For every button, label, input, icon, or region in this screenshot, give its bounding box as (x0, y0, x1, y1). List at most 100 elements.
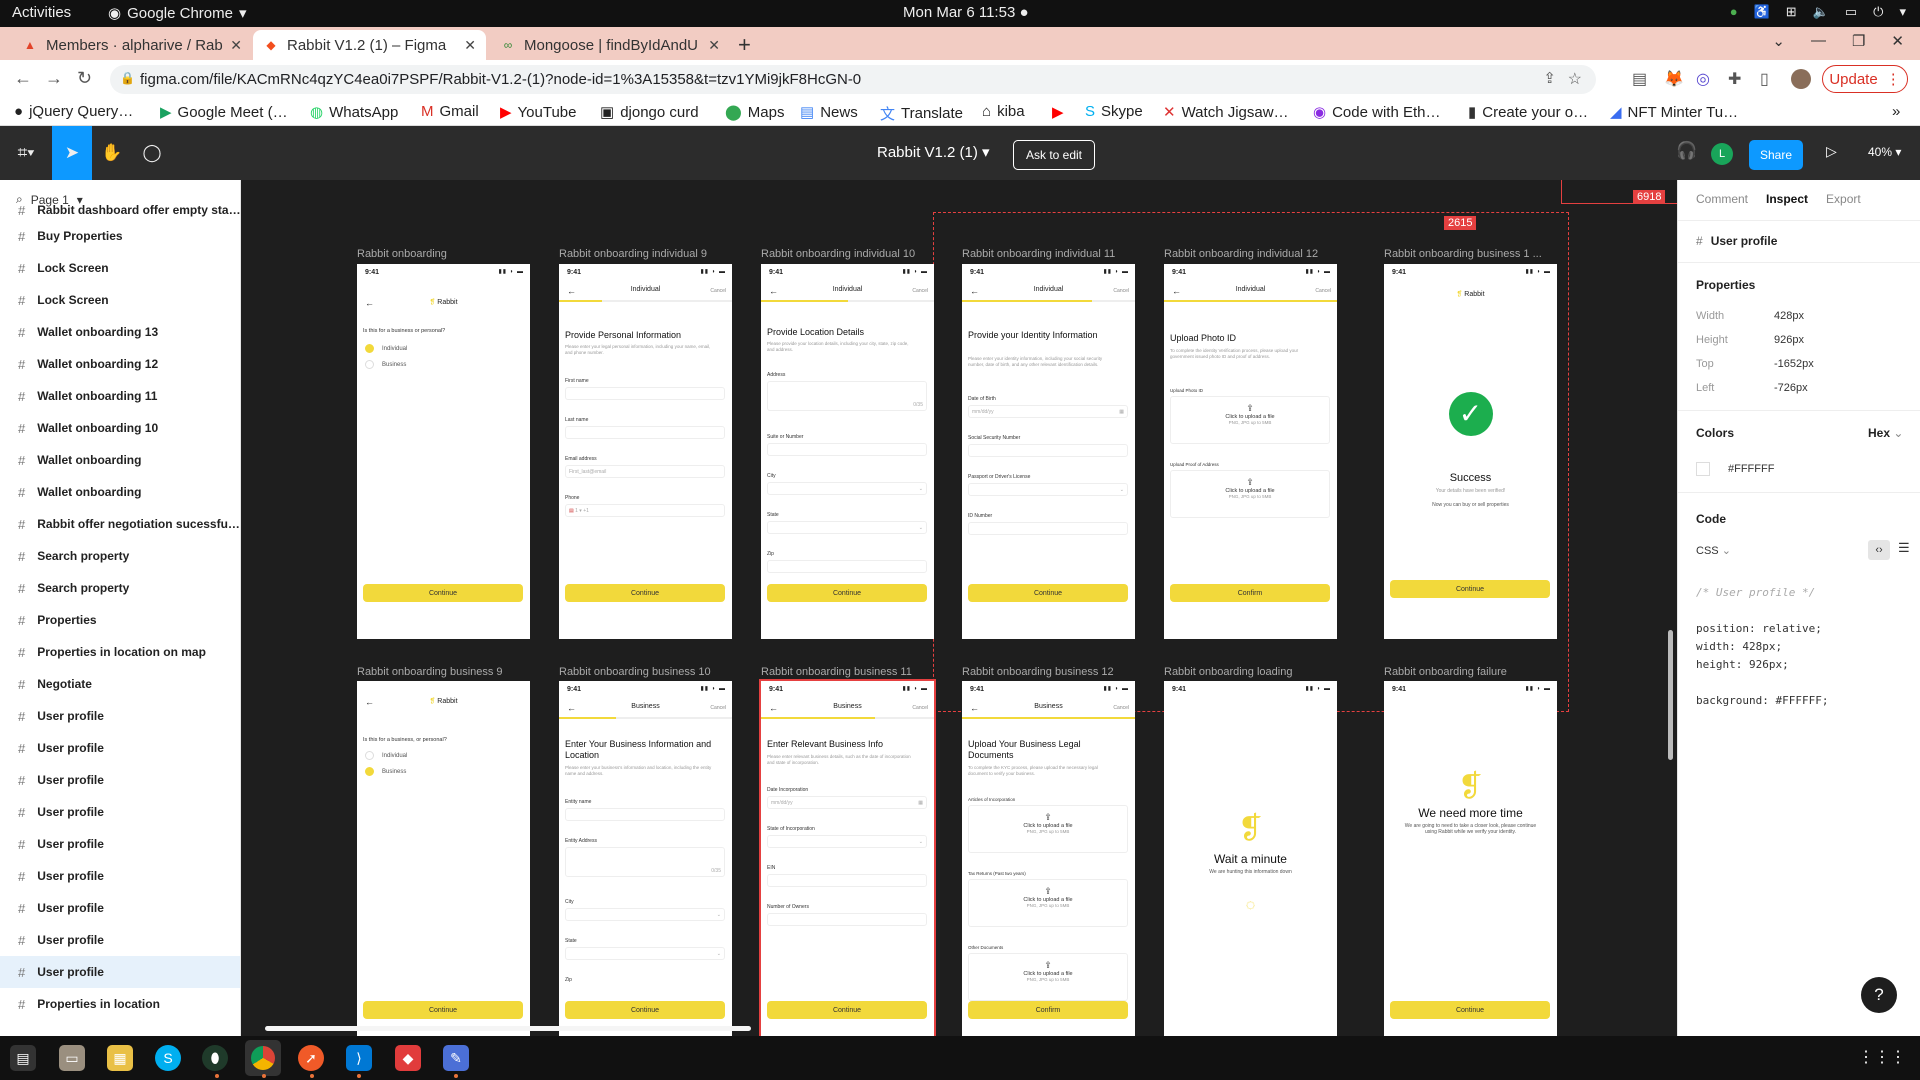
forward-icon[interactable]: → (45, 68, 63, 89)
confirm-button[interactable]: Confirm (968, 1001, 1128, 1019)
bookmark-item[interactable]: ▮ Create your o… (1468, 103, 1588, 122)
bookmark-item[interactable]: ▤ News (800, 103, 858, 122)
layer-item[interactable]: # Wallet onboarding (0, 444, 240, 476)
passport-select[interactable]: Passport or Driver's License ⌄ (968, 474, 1128, 496)
frame-label[interactable]: Rabbit onboarding business 9 (357, 666, 503, 678)
back-icon[interactable]: ← (769, 703, 778, 713)
code-view-icon[interactable]: ‹› (1868, 540, 1890, 560)
continue-button[interactable]: Continue (363, 1001, 523, 1019)
continue-button[interactable]: Continue (1390, 1001, 1550, 1019)
bookmark-item[interactable]: ● jQuery Query… (14, 103, 133, 120)
email-field[interactable]: Email address First_last@email (565, 456, 725, 478)
frame-label[interactable]: Rabbit onboarding individual 12 (1164, 248, 1318, 260)
frame-business-12[interactable]: 9:41 ▮▮ ◗ ▬ ← Business Cancel Upload Your B… (962, 681, 1135, 1036)
frame-business-9[interactable]: ← ❡ Rabbit Is this for a business, or per… (357, 681, 530, 1036)
layer-item[interactable]: # Properties in location on map (0, 636, 240, 668)
frame-label[interactable]: Rabbit onboarding failure (1384, 666, 1507, 678)
bookmark-item[interactable]: S Skype (1085, 103, 1143, 120)
hand-tool-icon[interactable]: ✋ (92, 126, 132, 180)
dob-field[interactable]: Date of Birth mm/dd/yy ▦ (968, 396, 1128, 418)
system-tray[interactable]: ● ♿ ⊞ 🔈 ▭ ⏻ ▾ (1730, 4, 1906, 20)
code-lang-select[interactable]: CSS ⌄ (1696, 544, 1896, 557)
close-icon[interactable]: ✕ (230, 37, 242, 54)
frame-individual-10[interactable]: 9:41 ▮▮ ◗ ▬ ← Individual Cancel Provide Loc… (761, 264, 934, 639)
frame-business-10[interactable]: 9:41 ▮▮ ◗ ▬ ← Business Cancel Enter Your Bu… (559, 681, 732, 1036)
color-row[interactable]: #FFFFFF (1696, 462, 1896, 476)
suite-field[interactable]: Suite or Number (767, 434, 927, 456)
back-icon[interactable]: ← (14, 68, 32, 89)
ssn-field[interactable]: Social Security Number (968, 435, 1128, 457)
layer-item[interactable]: # Wallet onboarding 13 (0, 316, 240, 348)
layer-item[interactable]: # Wallet onboarding 11 (0, 380, 240, 412)
tab-comment[interactable]: Comment (1696, 192, 1748, 206)
tax-returns-dropzone[interactable]: ⇪ Click to upload a file PNG, JPG up to 5M… (968, 879, 1128, 927)
horizontal-scrollbar[interactable] (265, 1026, 751, 1031)
cancel-link[interactable]: Cancel (1113, 288, 1129, 294)
share-button[interactable]: Share (1749, 140, 1803, 170)
frame-individual-9[interactable]: 9:41 ▮▮ ◗ ▬ ← Individual Cancel Provide Per… (559, 264, 732, 639)
first-name-field[interactable]: First name (565, 378, 725, 400)
bookmark-item[interactable]: M Gmail (421, 103, 479, 120)
continue-button[interactable]: Continue (565, 584, 725, 602)
puzzle-icon[interactable]: ✚ (1728, 69, 1741, 89)
cancel-link[interactable]: Cancel (710, 288, 726, 294)
tab-inspect[interactable]: Inspect (1766, 192, 1808, 206)
address-field[interactable]: Address 0/35 (767, 372, 927, 411)
layer-item[interactable]: # User profile (0, 924, 240, 956)
cancel-link[interactable]: Cancel (912, 705, 928, 711)
headphones-icon[interactable]: 🎧 (1676, 141, 1697, 161)
profile-avatar[interactable] (1791, 69, 1811, 89)
radio-individual[interactable]: Individual (365, 751, 407, 760)
frame-label[interactable]: Rabbit onboarding business 10 (559, 666, 711, 678)
layer-item[interactable]: # Rabbit offer negotiation sucessfu… (0, 508, 240, 540)
share-icon[interactable]: ⇪ (1543, 69, 1556, 87)
owners-field[interactable]: Number of Owners (767, 904, 927, 926)
frame-individual-12[interactable]: 9:41 ▮▮ ◗ ▬ ← Individual Cancel Upload Phot… (1164, 264, 1337, 639)
frame-label[interactable]: Rabbit onboarding business 11 (761, 666, 912, 678)
layer-item-selected[interactable]: # User profile (0, 956, 240, 988)
close-icon[interactable]: ✕ (708, 37, 720, 54)
bookmark-item[interactable]: 文 Translate (880, 103, 963, 124)
property-value[interactable]: 428px (1774, 310, 1804, 322)
cancel-link[interactable]: Cancel (912, 288, 928, 294)
bookmark-item[interactable]: ▶ (1052, 103, 1064, 121)
layer-item[interactable]: # Search property (0, 572, 240, 604)
extension-icon[interactable]: ▤ (1632, 69, 1647, 89)
figma-menu-icon[interactable]: ⌗▾ (6, 126, 46, 180)
reload-icon[interactable]: ↻ (77, 68, 92, 89)
state-select[interactable]: State ⌄ (565, 938, 725, 960)
side-panel-icon[interactable]: ▯ (1760, 69, 1769, 89)
postman-icon[interactable]: ➚ (298, 1045, 324, 1071)
continue-button[interactable]: Continue (767, 1001, 927, 1019)
tab-mongoose[interactable]: ∞ Mongoose | findByIdAndU ✕ (490, 30, 730, 60)
property-value[interactable]: 926px (1774, 334, 1804, 346)
bookmark-item[interactable]: ✕ Watch Jigsaw… (1163, 103, 1289, 122)
upload-photo-id-dropzone[interactable]: ⇪ Click to upload a file PNG, JPG up to 5M… (1170, 396, 1330, 444)
state-select[interactable]: State ⌄ (767, 512, 927, 534)
bookmark-item[interactable]: ▶ YouTube (500, 103, 577, 122)
back-icon[interactable]: ← (769, 286, 778, 296)
frame-business-1-success[interactable]: 9:41 ▮▮ ◗ ▬ ❡ Rabbit ✓ Success Your detai… (1384, 264, 1557, 639)
present-icon[interactable]: ▷ (1826, 143, 1837, 160)
close-icon[interactable]: ✕ (464, 37, 476, 54)
back-icon[interactable]: ← (1172, 286, 1181, 296)
layer-item[interactable]: # User profile (0, 700, 240, 732)
id-number-field[interactable]: ID Number (968, 513, 1128, 535)
frame-label[interactable]: Rabbit onboarding (357, 248, 447, 260)
app-menu[interactable]: ◉ Google Chrome ▾ (108, 4, 247, 23)
layer-item[interactable]: # Properties in location (0, 988, 240, 1020)
continue-button[interactable]: Continue (565, 1001, 725, 1019)
close-window-icon[interactable]: ✕ (1891, 32, 1904, 50)
layer-item[interactable]: # Lock Screen (0, 252, 240, 284)
bookmark-item[interactable]: ▶ Google Meet (… (160, 103, 288, 122)
extension-icon[interactable]: ◎ (1696, 69, 1710, 89)
list-view-icon[interactable]: ☰ (1898, 540, 1910, 556)
tab-gitlab[interactable]: ▲ Members · alpharive / Rab ✕ (12, 30, 252, 60)
file-title[interactable]: Rabbit V1.2 (1) ▾ (877, 143, 990, 161)
metamask-icon[interactable]: 🦊 (1664, 69, 1684, 89)
bookmark-item[interactable]: ◢ NFT Minter Tu… (1610, 103, 1738, 122)
new-tab-button[interactable]: + (738, 32, 751, 58)
continue-button[interactable]: Continue (968, 584, 1128, 602)
layer-item[interactable]: # User profile (0, 764, 240, 796)
zip-field[interactable]: Zip (565, 977, 725, 983)
